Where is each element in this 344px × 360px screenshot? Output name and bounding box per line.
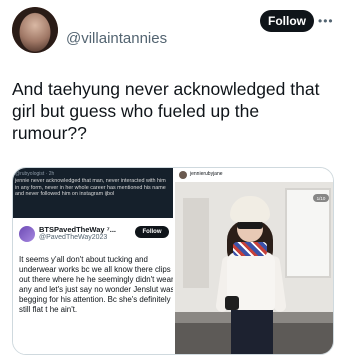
- quoted-body: It seems y'all don't about tucking and u…: [19, 255, 173, 314]
- more-dots-icon[interactable]: •••: [318, 14, 334, 28]
- photo-door: [183, 198, 209, 288]
- screenshot-meta: @rubyologist · 2h: [15, 171, 55, 177]
- author-username[interactable]: @villaintannies: [66, 30, 167, 47]
- photo-person-pants: [231, 310, 273, 354]
- quoted-follow-button: Follow: [135, 226, 169, 238]
- quoted-avatar: [19, 226, 35, 242]
- quoted-name: BTSPavedTheWay ⁷...: [39, 225, 117, 234]
- author-avatar[interactable]: [12, 7, 58, 53]
- tweet-media[interactable]: @rubyologist · 2h jennie never acknowled…: [12, 167, 334, 355]
- photo-person-scarf: [233, 242, 267, 256]
- photo-account-avatar: [179, 171, 187, 179]
- photo-person-sunglasses: [237, 222, 263, 229]
- follow-button[interactable]: Follow: [260, 10, 314, 32]
- photo-person-bag: [225, 296, 239, 310]
- quoted-handle: @PavedTheWay2023: [39, 234, 108, 241]
- tweet-text: And taehyung never acknowledged that gir…: [12, 79, 320, 143]
- quoted-tweet-card: BTSPavedTheWay ⁷... @PavedTheWay2023 Fol…: [17, 220, 173, 354]
- media-left-screenshot[interactable]: @rubyologist · 2h jennie never acknowled…: [13, 168, 173, 354]
- screenshot-tweet-text: jennie never acknowledged that man, neve…: [15, 178, 166, 198]
- photo-account-name: jennierubyjane: [190, 171, 223, 177]
- tweet-header: @villaintannies Follow •••: [0, 0, 344, 72]
- media-right-photo[interactable]: jennierubyjane 1/10: [175, 168, 333, 354]
- photo-counter-badge: 1/10: [313, 194, 329, 202]
